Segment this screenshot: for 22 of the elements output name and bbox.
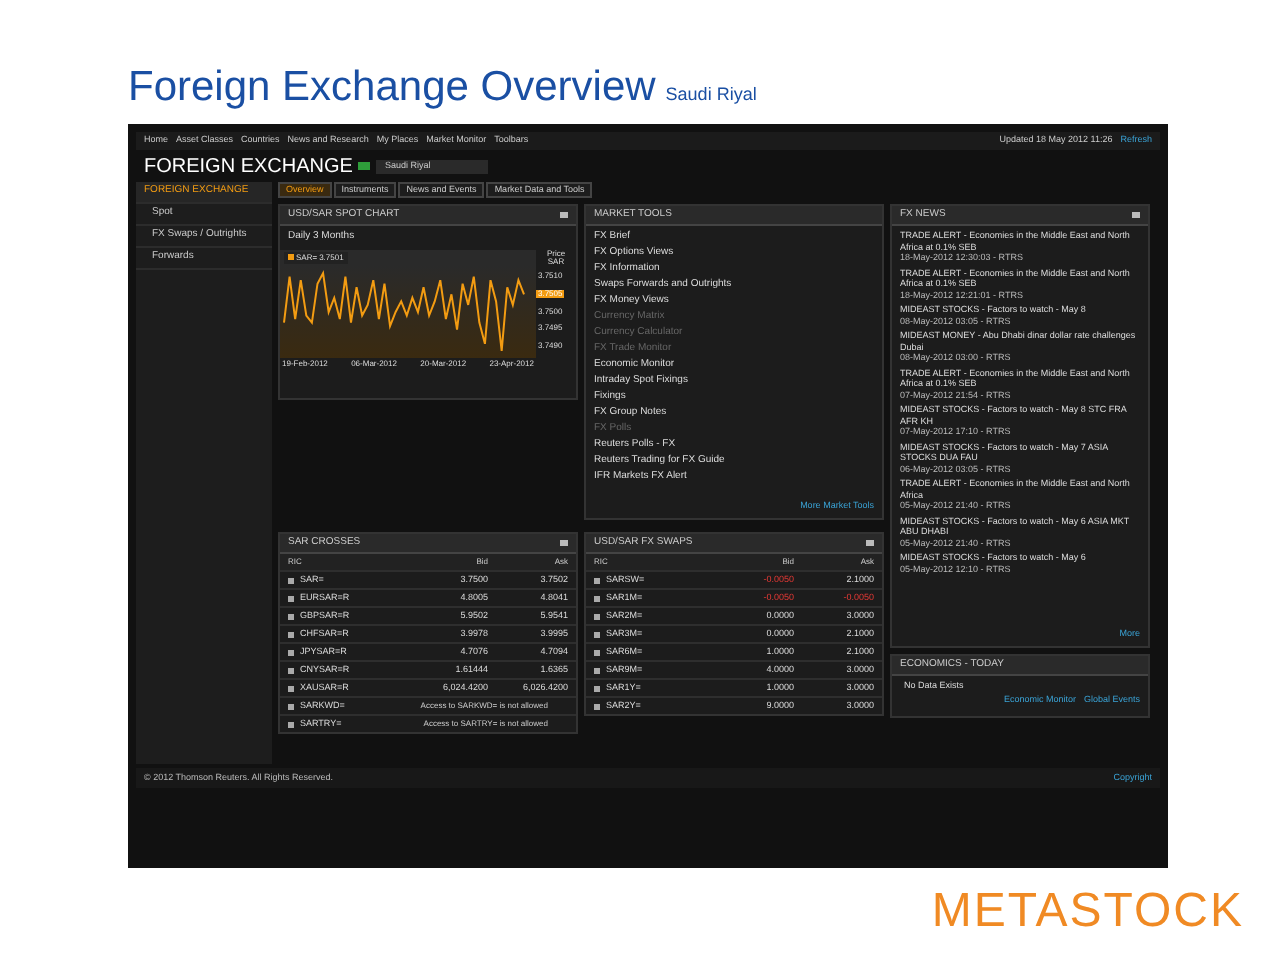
chart-icon[interactable]: [594, 649, 600, 655]
slide-title: Foreign Exchange Overview: [128, 62, 656, 114]
page-title: FOREIGN EXCHANGE: [144, 153, 353, 181]
chart-icon[interactable]: [288, 577, 294, 583]
chart-icon[interactable]: [594, 613, 600, 619]
chart-icon[interactable]: [288, 685, 294, 691]
chart-icon[interactable]: [288, 721, 294, 727]
brand-logo: METASTOCK: [931, 884, 1244, 938]
chart-icon[interactable]: [594, 595, 600, 601]
chart-icon[interactable]: [288, 613, 294, 619]
chart-icon[interactable]: [288, 631, 294, 637]
chart-icon[interactable]: [594, 577, 600, 583]
slide-subtitle: Saudi Riyal: [665, 82, 757, 108]
chart-icon[interactable]: [594, 703, 600, 709]
flag-icon: [358, 162, 371, 170]
chart-icon[interactable]: [288, 595, 294, 601]
chart-icon[interactable]: [594, 667, 600, 673]
chart-icon[interactable]: [594, 685, 600, 691]
chart-icon[interactable]: [288, 649, 294, 655]
chart-icon[interactable]: [288, 703, 294, 709]
chart-icon[interactable]: [288, 667, 294, 673]
chart-icon[interactable]: [594, 631, 600, 637]
